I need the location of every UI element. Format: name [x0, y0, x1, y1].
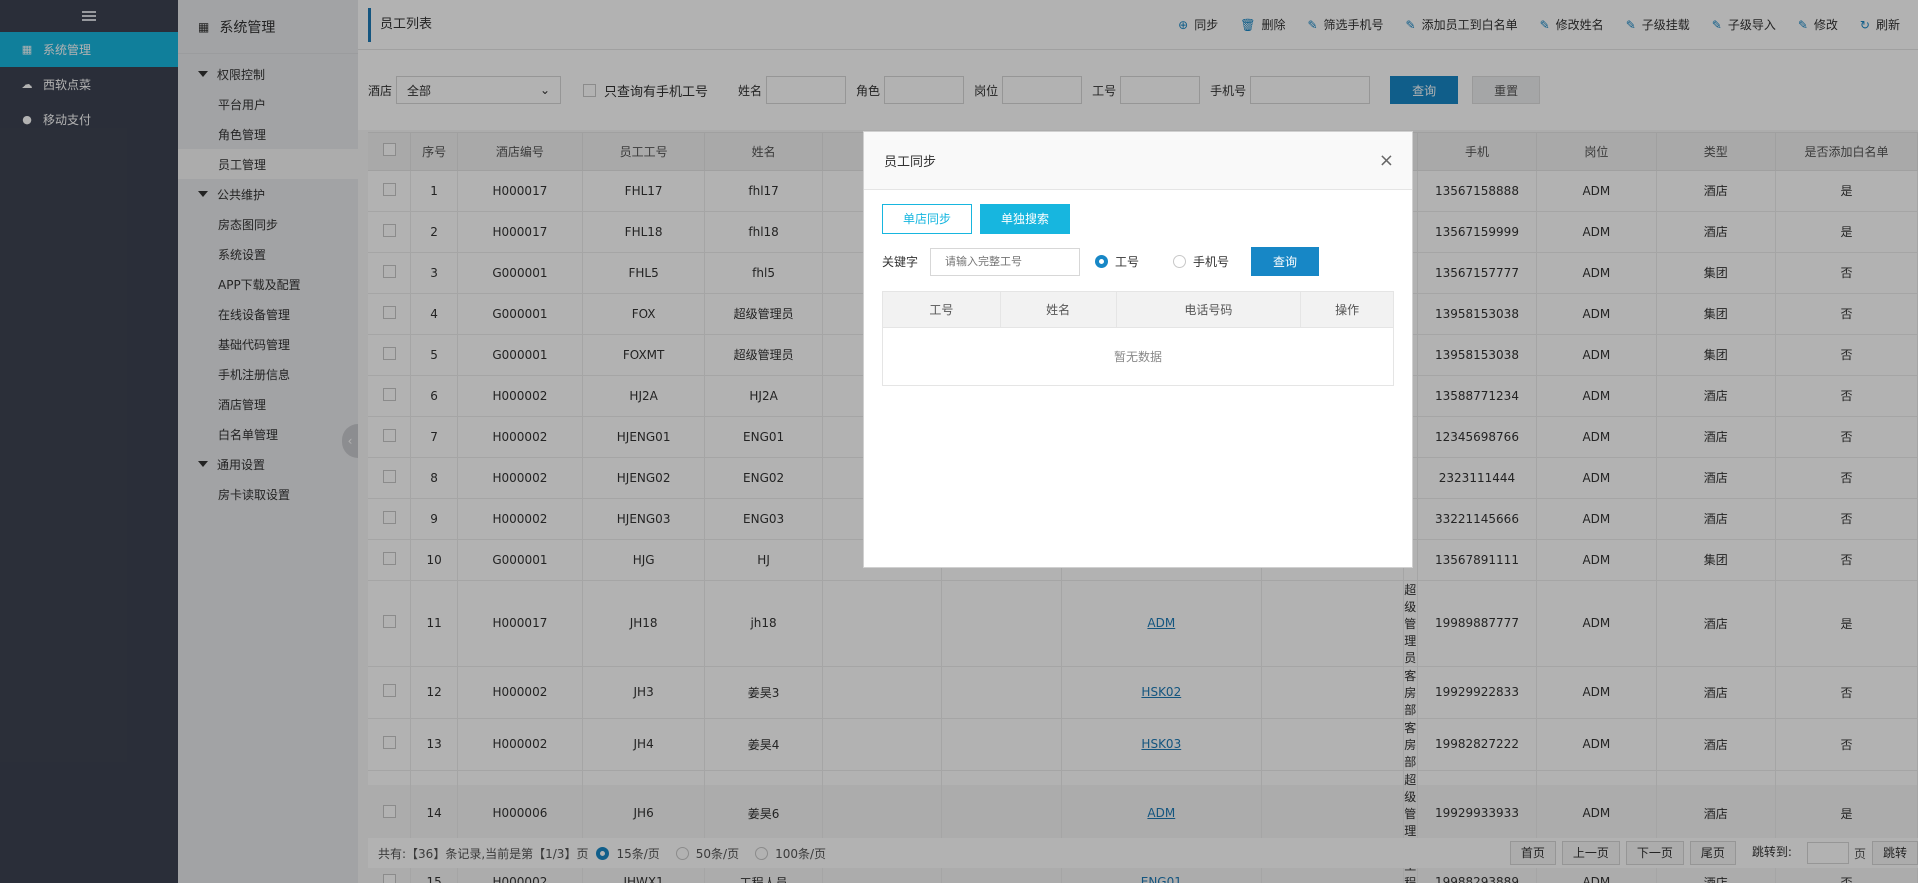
- modal-tabs: 单店同步 单独搜索: [882, 204, 1394, 234]
- keyword-input[interactable]: [930, 247, 1081, 276]
- radio-selected-icon: [1095, 255, 1109, 268]
- modal-header: 员工同步 ×: [864, 132, 1412, 190]
- radio-label: 工号: [1115, 255, 1140, 269]
- modal-query-button[interactable]: 查询: [1251, 247, 1320, 276]
- radio-icon: [1173, 255, 1187, 268]
- close-icon[interactable]: ×: [1379, 151, 1394, 170]
- col-header: 姓名: [999, 291, 1117, 328]
- radio-empno[interactable]: 工号: [1095, 253, 1139, 270]
- col-header: 工号: [882, 291, 1001, 328]
- modal-table-header-row: 工号 姓名 电话号码 操作: [882, 291, 1394, 328]
- modal-result-table: 工号 姓名 电话号码 操作 暂无数据: [882, 291, 1394, 386]
- empty-text: 暂无数据: [882, 327, 1394, 386]
- modal-title: 员工同步: [884, 155, 937, 170]
- modal-body: 单店同步 单独搜索 关键字 工号 手机号 查询 工号 姓名 电话号码 操作: [864, 190, 1412, 400]
- tab-single-sync[interactable]: 单店同步: [882, 204, 972, 234]
- tab-single-search[interactable]: 单独搜索: [980, 204, 1070, 234]
- col-header: 操作: [1300, 291, 1394, 328]
- empty-row: 暂无数据: [882, 327, 1394, 386]
- radio-phone[interactable]: 手机号: [1173, 253, 1229, 270]
- radio-label: 手机号: [1193, 255, 1230, 269]
- employee-sync-modal: 员工同步 × 单店同步 单独搜索 关键字 工号 手机号 查询 工号 姓名: [863, 131, 1413, 568]
- modal-search-row: 关键字 工号 手机号 查询: [882, 247, 1394, 276]
- keyword-label: 关键字: [882, 255, 919, 269]
- app-root: ▦ 系统管理 ☁ 西软点菜 ● 移动支付 ▦ 系统管理 权限控制 平台用户 角色…: [0, 0, 1918, 883]
- col-header: 电话号码: [1115, 291, 1302, 328]
